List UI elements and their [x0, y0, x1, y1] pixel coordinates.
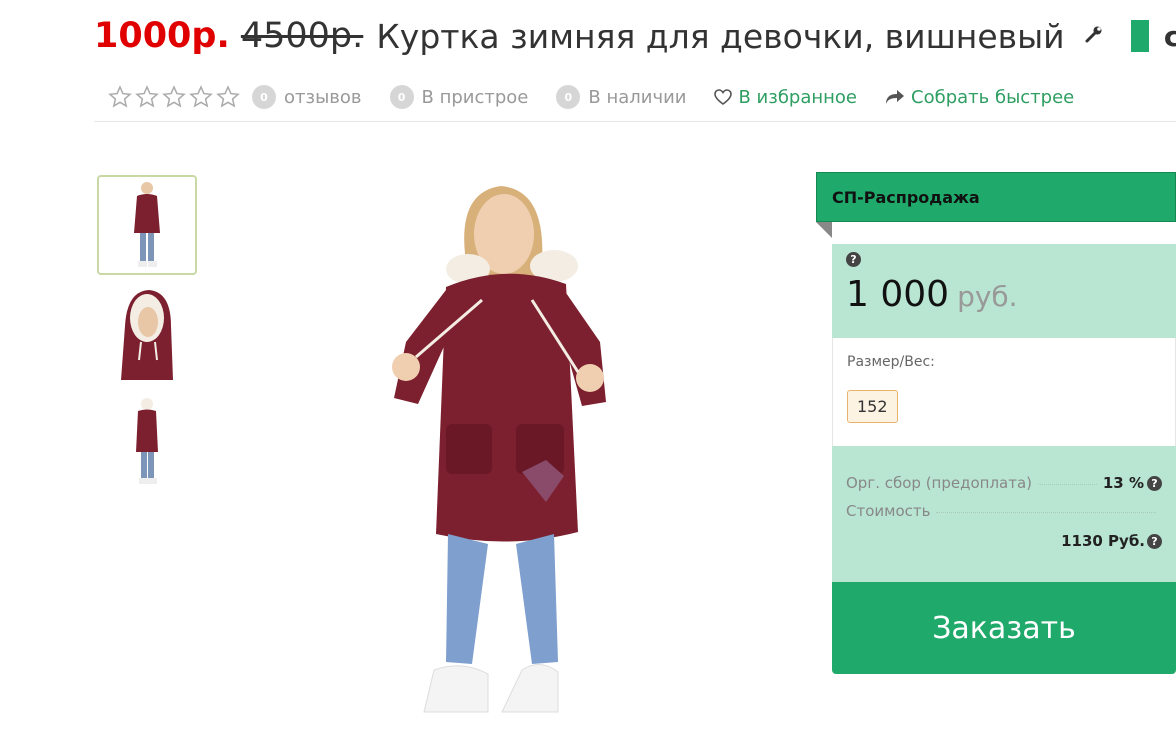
thumbnail-list: [97, 175, 197, 499]
cost-row: Стоимость: [846, 502, 1162, 530]
price-box: ? 1 000 руб.: [832, 244, 1176, 338]
price-line: 1 000 руб.: [846, 274, 1162, 315]
question-circle-icon[interactable]: ?: [1147, 533, 1162, 549]
product-main-image[interactable]: [296, 172, 736, 741]
thumbnail-side-image: [136, 398, 158, 484]
stock-count-badge: 0: [556, 85, 581, 109]
stock-label: В наличии: [588, 86, 687, 108]
fee-label: Орг. сбор (предоплата): [846, 474, 1033, 492]
purchase-panel: СП-Распродажа ? 1 000 руб. Размер/Вес: 15…: [816, 172, 1176, 674]
sp-tag-label: cr: [1163, 19, 1176, 53]
share-arrow-icon: [886, 90, 905, 104]
panel-header-fold: [816, 222, 832, 238]
cost-value: 1130 Руб.: [1061, 532, 1145, 550]
thumbnail-front[interactable]: [97, 175, 197, 275]
fee-dots: [1038, 484, 1097, 485]
product-meta-row: 0 отзывов 0 В пристрое 0 В наличии В изб…: [108, 83, 1108, 111]
reviews-label: отзывов: [284, 86, 362, 108]
share-label: Собрать быстрее: [911, 86, 1075, 108]
cost-dots: [936, 512, 1156, 513]
favorite-label: В избранное: [738, 86, 858, 108]
reviews-count-badge: 0: [252, 85, 276, 109]
header-divider: [94, 121, 1176, 122]
star-outline-icon[interactable]: [216, 85, 240, 109]
reviews-link[interactable]: 0 отзывов: [252, 85, 362, 109]
star-outline-icon[interactable]: [108, 85, 132, 109]
favorite-link[interactable]: В избранное: [714, 87, 857, 108]
rating-stars[interactable]: [108, 85, 240, 109]
thumbnail-front-image: [134, 182, 160, 267]
size-option-152[interactable]: 152: [847, 390, 898, 423]
attach-status: 0 В пристрое: [389, 85, 529, 109]
panel-header: СП-Распродажа: [816, 172, 1176, 222]
heart-outline-icon: [714, 89, 733, 105]
thumbnail-side[interactable]: [97, 391, 197, 491]
star-outline-icon[interactable]: [135, 85, 159, 109]
price-old: 4500р.: [240, 16, 364, 56]
stock-status: 0 В наличии: [556, 85, 686, 109]
star-outline-icon[interactable]: [162, 85, 186, 109]
question-circle-icon[interactable]: ?: [846, 252, 861, 267]
wrench-icon[interactable]: [1084, 24, 1104, 48]
order-button[interactable]: Заказать: [832, 582, 1176, 674]
sp-tag-block: [1130, 20, 1149, 52]
fee-value-wrap: 13 % ?: [1103, 474, 1162, 492]
fee-value: 13 %: [1102, 474, 1144, 492]
panel-price-currency: руб.: [957, 280, 1018, 313]
product-title-row: 1000р. 4500р. Куртка зимняя для девочки,…: [94, 16, 1176, 66]
question-circle-icon[interactable]: ?: [1147, 475, 1162, 491]
size-box: Размер/Вес: 152: [832, 338, 1176, 446]
product-title: Куртка зимняя для девочки, вишневый: [376, 16, 1065, 56]
sp-tag[interactable]: cr: [1130, 19, 1176, 53]
fee-box: Орг. сбор (предоплата) 13 % ? Стоимость …: [832, 446, 1176, 582]
size-label: Размер/Вес:: [847, 354, 935, 370]
attach-count-badge: 0: [389, 85, 414, 109]
share-link[interactable]: Собрать быстрее: [885, 87, 1074, 108]
price-new: 1000р.: [94, 16, 230, 56]
cost-label: Стоимость: [846, 502, 931, 520]
product-main-image-art: [392, 186, 606, 713]
fee-row: Орг. сбор (предоплата) 13 % ?: [846, 474, 1162, 502]
attach-label: В пристрое: [421, 86, 529, 108]
thumbnail-hood-image: [121, 290, 173, 380]
thumbnail-hood[interactable]: [97, 283, 197, 383]
cost-total: 1130 Руб. ?: [846, 532, 1162, 550]
star-outline-icon[interactable]: [189, 85, 213, 109]
panel-price-value: 1 000: [846, 274, 950, 315]
